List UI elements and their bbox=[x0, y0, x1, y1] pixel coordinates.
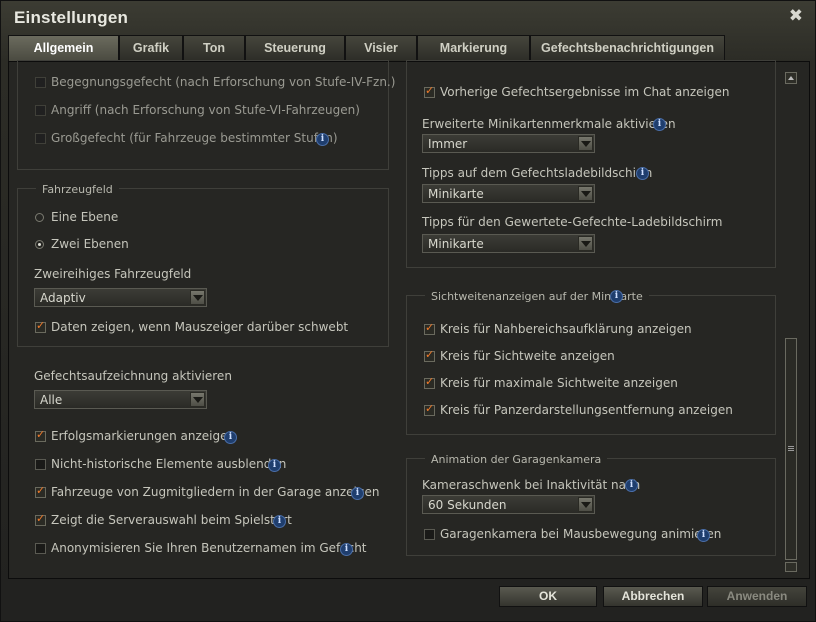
tips-ranked-dropdown[interactable]: Minikarte bbox=[422, 234, 595, 253]
camera-pan-label: Kameraschwenk bei Inaktivität nach bbox=[422, 478, 641, 492]
max-view-range-label: Kreis für maximale Sichtweite anzeigen bbox=[440, 376, 678, 390]
tips-loading-label: Tipps auf dem Gefechtsladebildschirm bbox=[422, 166, 653, 180]
apply-button[interactable]: Anwenden bbox=[707, 586, 807, 607]
minimap-ext-value: Immer bbox=[428, 137, 468, 151]
tab-visier[interactable]: Visier bbox=[345, 35, 417, 60]
settings-content: Begegnungsgefecht (nach Erforschung von … bbox=[8, 60, 810, 579]
camera-mouse-label: Garagenkamera bei Mausbewegung animieren bbox=[440, 527, 722, 541]
tab-allgemein[interactable]: Allgemein bbox=[8, 35, 119, 61]
tab-bar: Allgemein Grafik Ton Steuerung Visier Ma… bbox=[8, 35, 810, 61]
anonymize-label: Anonymisieren Sie Ihren Benutzernamen im… bbox=[51, 541, 367, 555]
garage-camera-title: Animation der Garagenkamera bbox=[425, 453, 608, 466]
checkbox-encounter[interactable] bbox=[35, 77, 46, 88]
checkbox-assault[interactable] bbox=[35, 105, 46, 116]
tips-ranked-value: Minikarte bbox=[428, 237, 484, 251]
checkbox-max-view-range[interactable] bbox=[424, 375, 435, 389]
checkbox-camera-mouse[interactable] bbox=[424, 529, 435, 540]
double-row-dropdown[interactable]: Adaptiv bbox=[34, 288, 207, 307]
checkbox-server-select[interactable] bbox=[35, 512, 46, 526]
checkbox-close-spotting[interactable] bbox=[424, 321, 435, 335]
radio-two-rows[interactable] bbox=[35, 240, 44, 249]
grip-icon bbox=[788, 446, 794, 447]
chevron-down-icon bbox=[578, 186, 593, 201]
minimap-ext-label: Erweiterte Minikartenmerkmale aktivieren bbox=[422, 117, 676, 131]
info-icon[interactable]: i bbox=[610, 290, 623, 303]
cancel-button[interactable]: Abbrechen bbox=[603, 586, 703, 607]
tips-ranked-label: Tipps für den Gewertete-Gefechte-Ladebil… bbox=[422, 215, 723, 229]
info-icon[interactable]: i bbox=[340, 543, 353, 556]
replay-dropdown[interactable]: Alle bbox=[34, 390, 207, 409]
replay-label: Gefechtsaufzeichnung aktivieren bbox=[34, 369, 232, 383]
checkbox-platoon-vehicles[interactable] bbox=[35, 484, 46, 498]
replay-value: Alle bbox=[40, 393, 63, 407]
assault-label: Angriff (nach Erforschung von Stufe-VI-F… bbox=[51, 103, 360, 117]
close-icon[interactable]: ✖ bbox=[789, 8, 803, 25]
checkbox-view-range[interactable] bbox=[424, 348, 435, 362]
scrollbar[interactable] bbox=[785, 72, 799, 572]
tab-markierung[interactable]: Markierung bbox=[417, 35, 530, 60]
checkbox-achievement-markers[interactable] bbox=[35, 428, 46, 442]
info-icon[interactable]: i bbox=[653, 118, 666, 131]
checkbox-anonymize[interactable] bbox=[35, 543, 46, 554]
minimap-ext-dropdown[interactable]: Immer bbox=[422, 134, 595, 153]
info-icon[interactable]: i bbox=[273, 515, 286, 528]
hover-data-label: Daten zeigen, wenn Mauszeiger darüber sc… bbox=[51, 320, 349, 334]
scroll-down-icon[interactable] bbox=[785, 562, 797, 572]
encounter-label: Begegnungsgefecht (nach Erforschung von … bbox=[51, 75, 396, 89]
checkbox-hide-non-historic[interactable] bbox=[35, 459, 46, 470]
settings-window: Einstellungen ✖ Allgemein Grafik Ton Ste… bbox=[0, 0, 816, 622]
chevron-down-icon bbox=[578, 236, 593, 251]
chevron-down-icon bbox=[190, 290, 205, 305]
info-icon[interactable]: i bbox=[697, 529, 710, 542]
vehicle-panel-title: Fahrzeugfeld bbox=[36, 183, 119, 196]
window-title: Einstellungen bbox=[14, 8, 129, 27]
scrollbar-thumb[interactable] bbox=[785, 338, 797, 560]
tips-loading-dropdown[interactable]: Minikarte bbox=[422, 184, 595, 203]
tab-steuerung[interactable]: Steuerung bbox=[245, 35, 345, 60]
tab-gefechtsbenachrichtigungen[interactable]: Gefechtsbenachrichtigungen bbox=[530, 35, 725, 60]
achievement-markers-label: Erfolgsmarkierungen anzeigen bbox=[51, 429, 236, 443]
checkbox-prev-results[interactable] bbox=[424, 84, 435, 98]
tips-loading-value: Minikarte bbox=[428, 187, 484, 201]
tab-grafik[interactable]: Grafik bbox=[119, 35, 183, 60]
radio-one-row[interactable] bbox=[35, 213, 44, 222]
checkbox-draw-distance[interactable] bbox=[424, 402, 435, 416]
chevron-down-icon bbox=[578, 497, 593, 512]
scroll-up-icon[interactable] bbox=[785, 72, 797, 84]
info-icon[interactable]: i bbox=[316, 133, 329, 146]
ok-button[interactable]: OK bbox=[499, 586, 597, 607]
tab-ton[interactable]: Ton bbox=[183, 35, 245, 60]
prev-results-label: Vorherige Gefechtsergebnisse im Chat anz… bbox=[440, 85, 730, 99]
info-icon[interactable]: i bbox=[625, 479, 638, 492]
one-row-label: Eine Ebene bbox=[51, 210, 119, 224]
camera-pan-value: 60 Sekunden bbox=[428, 498, 507, 512]
two-rows-label: Zwei Ebenen bbox=[51, 237, 129, 251]
double-row-value: Adaptiv bbox=[40, 291, 86, 305]
checkbox-hover-data[interactable] bbox=[35, 319, 46, 333]
double-row-label: Zweireihiges Fahrzeugfeld bbox=[34, 267, 192, 281]
info-icon[interactable]: i bbox=[224, 431, 237, 444]
info-icon[interactable]: i bbox=[636, 167, 649, 180]
close-spotting-label: Kreis für Nahbereichsaufklärung anzeigen bbox=[440, 322, 692, 336]
draw-distance-label: Kreis für Panzerdarstellungsentfernung a… bbox=[440, 403, 733, 417]
chevron-down-icon bbox=[578, 136, 593, 151]
info-icon[interactable]: i bbox=[268, 459, 281, 472]
chevron-down-icon bbox=[190, 392, 205, 407]
view-range-label: Kreis für Sichtweite anzeigen bbox=[440, 349, 615, 363]
grand-battle-label: Großgefecht (für Fahrzeuge bestimmter St… bbox=[51, 131, 338, 145]
checkbox-grand-battle[interactable] bbox=[35, 133, 46, 144]
info-icon[interactable]: i bbox=[351, 487, 364, 500]
camera-pan-dropdown[interactable]: 60 Sekunden bbox=[422, 495, 595, 514]
hide-non-historic-label: Nicht-historische Elemente ausblenden bbox=[51, 457, 287, 471]
platoon-vehicles-label: Fahrzeuge von Zugmitgliedern in der Gara… bbox=[51, 485, 380, 499]
server-select-label: Zeigt die Serverauswahl beim Spielstart bbox=[51, 513, 292, 527]
